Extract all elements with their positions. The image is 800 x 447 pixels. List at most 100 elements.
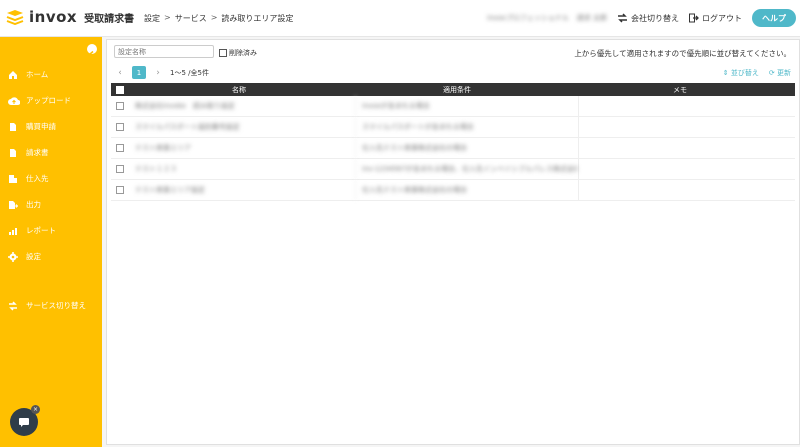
gear-icon — [8, 251, 18, 262]
row-memo — [578, 180, 795, 200]
sidebar-item-label: ホーム — [26, 70, 49, 79]
row-name[interactable]: 株式会社invoke 読み取り設定 — [129, 101, 355, 111]
top-bar: invox 受取請求書 設定 > サービス > 読み取りエリア設定 invoxプ… — [0, 0, 800, 37]
app-logo[interactable]: invox 受取請求書 — [6, 8, 134, 26]
row-memo — [578, 117, 795, 137]
sidebar-item-label: 出力 — [26, 200, 41, 209]
sidebar-item-label: 請求書 — [26, 148, 49, 157]
next-page-icon[interactable]: › — [153, 68, 163, 78]
sidebar-item-export[interactable]: 出力 — [8, 199, 41, 210]
table-row[interactable]: テスト商事エリア設定 仕入先テスト商事株式会社の場合 — [111, 180, 795, 201]
main-content: 削除済み 上から優先して適用されますので優先順に並び替えてください。 ‹ 1 ›… — [102, 37, 800, 447]
sidebar-item-label: レポート — [26, 226, 56, 235]
column-header-name: 名称 — [232, 85, 246, 94]
row-checkbox[interactable] — [111, 186, 129, 194]
row-name[interactable]: スマイルパスポート識別番号設定 — [129, 122, 355, 132]
checkbox-icon — [116, 186, 124, 194]
row-memo — [578, 96, 795, 116]
row-name[interactable]: テスト１２３ — [129, 164, 355, 174]
switch-company-icon — [618, 13, 627, 23]
sidebar-item-settings[interactable]: 設定 — [8, 251, 41, 262]
select-all-checkbox[interactable] — [111, 85, 129, 94]
row-condition: スマイルパスポートが含まれる場合 — [355, 117, 578, 137]
sidebar-item-service-switch[interactable]: サービス切り替え — [8, 300, 86, 311]
logout-icon — [689, 13, 699, 23]
row-checkbox[interactable] — [111, 102, 129, 110]
sort-button[interactable]: ⇕ 並び替え — [723, 68, 759, 78]
sidebar-item-purchase-request[interactable]: 購買申請 — [8, 121, 56, 132]
logout-label: ログアウト — [702, 13, 742, 23]
sidebar-item-upload[interactable]: アップロード — [8, 95, 71, 106]
checkbox-icon — [116, 144, 124, 152]
table-row[interactable]: テスト商事エリア 仕入先テスト商事株式会社の場合 — [111, 138, 795, 159]
list-actions: ⇕ 並び替え ⟳ 更新 — [723, 68, 791, 78]
sidebar-item-label: アップロード — [26, 96, 71, 105]
setting-name-filter-input[interactable] — [114, 45, 214, 58]
logo-mark-icon — [6, 9, 24, 26]
breadcrumb-item[interactable]: サービス — [175, 13, 207, 24]
sidebar: ホーム アップロード 購買申請 請求書 仕入先 出力 レポート 設定 サービス切… — [0, 37, 102, 447]
switch-icon — [8, 300, 18, 311]
content-panel: 削除済み 上から優先して適用されますので優先順に並び替えてください。 ‹ 1 ›… — [106, 39, 800, 445]
column-header-memo: メモ — [673, 85, 687, 94]
row-name[interactable]: テスト商事エリア — [129, 143, 355, 153]
checkbox-icon — [116, 102, 124, 110]
logo-subtitle: 受取請求書 — [84, 13, 135, 25]
show-deleted-label: 削除済み — [229, 49, 257, 57]
sidebar-item-label: 設定 — [26, 252, 41, 261]
sort-icon: ⇕ — [722, 69, 729, 77]
help-button[interactable]: ヘルプ — [752, 9, 796, 27]
sidebar-item-home[interactable]: ホーム — [8, 69, 48, 80]
table-row[interactable]: 株式会社invoke 読み取り設定 invoxが含まれる場合 — [111, 96, 795, 117]
collapse-sidebar-icon[interactable] — [87, 44, 97, 58]
sort-label: 並び替え — [730, 69, 759, 77]
page-number-button[interactable]: 1 — [132, 66, 146, 79]
home-icon — [8, 70, 18, 80]
breadcrumb-separator-icon: > — [164, 13, 171, 22]
checkbox-icon — [116, 123, 124, 131]
row-memo — [578, 159, 795, 179]
pagination: ‹ 1 › 1〜5 /全5件 — [115, 66, 209, 79]
logo-text: invox — [29, 8, 78, 26]
sidebar-item-suppliers[interactable]: 仕入先 — [8, 173, 49, 184]
row-condition: 仕入先テスト商事株式会社の場合 — [355, 180, 578, 200]
table-row[interactable]: テスト１２３ inv-1234567が含まれる場合、仕入先インベイシブルパレス株… — [111, 159, 795, 180]
row-name[interactable]: テスト商事エリア設定 — [129, 185, 355, 195]
sidebar-item-label: 購買申請 — [26, 122, 56, 131]
refresh-button[interactable]: ⟳ 更新 — [769, 68, 791, 78]
prev-page-icon[interactable]: ‹ — [115, 68, 125, 78]
column-header-condition: 適用条件 — [443, 85, 471, 94]
sidebar-item-invoices[interactable]: 請求書 — [8, 147, 49, 158]
sidebar-item-reports[interactable]: レポート — [8, 225, 56, 236]
checkbox-icon — [116, 165, 124, 173]
row-checkbox[interactable] — [111, 123, 129, 131]
page-range-text: 1〜5 /全5件 — [170, 68, 209, 77]
settings-table: 名称 適用条件 メモ 株式会社invoke 読み取り設定 invoxが含まれる場… — [111, 83, 795, 201]
priority-notice: 上から優先して適用されますので優先順に並び替えてください。 — [574, 49, 791, 58]
switch-company-label: 会社切り替え — [631, 13, 679, 23]
row-condition: invoxが含まれる場合 — [355, 96, 578, 116]
chart-icon — [8, 226, 18, 236]
refresh-label: 更新 — [777, 69, 791, 77]
building-icon — [8, 174, 18, 184]
document-icon — [8, 148, 18, 158]
breadcrumb: 設定 > サービス > 読み取りエリア設定 — [144, 13, 293, 24]
switch-company-button[interactable]: 会社切り替え — [617, 13, 679, 24]
row-memo — [578, 138, 795, 158]
row-checkbox[interactable] — [111, 144, 129, 152]
breadcrumb-item: 読み取りエリア設定 — [221, 14, 294, 23]
breadcrumb-item[interactable]: 設定 — [144, 13, 160, 24]
table-row[interactable]: スマイルパスポート識別番号設定 スマイルパスポートが含まれる場合 — [111, 117, 795, 138]
show-deleted-checkbox[interactable]: 削除済み — [219, 48, 257, 58]
upload-cloud-icon — [8, 96, 21, 106]
table-header: 名称 適用条件 メモ — [111, 83, 795, 96]
row-condition: inv-1234567が含まれる場合、仕入先インベイシブルパレス株式会社 — [355, 159, 578, 179]
user-name: 請求 太郎 — [576, 14, 607, 22]
row-checkbox[interactable] — [111, 165, 129, 173]
export-icon — [8, 200, 19, 210]
refresh-icon: ⟳ — [768, 69, 775, 77]
logout-button[interactable]: ログアウト — [689, 13, 742, 24]
checkbox-icon — [219, 49, 227, 57]
close-chat-icon[interactable]: × — [31, 405, 40, 414]
document-icon — [8, 122, 18, 132]
